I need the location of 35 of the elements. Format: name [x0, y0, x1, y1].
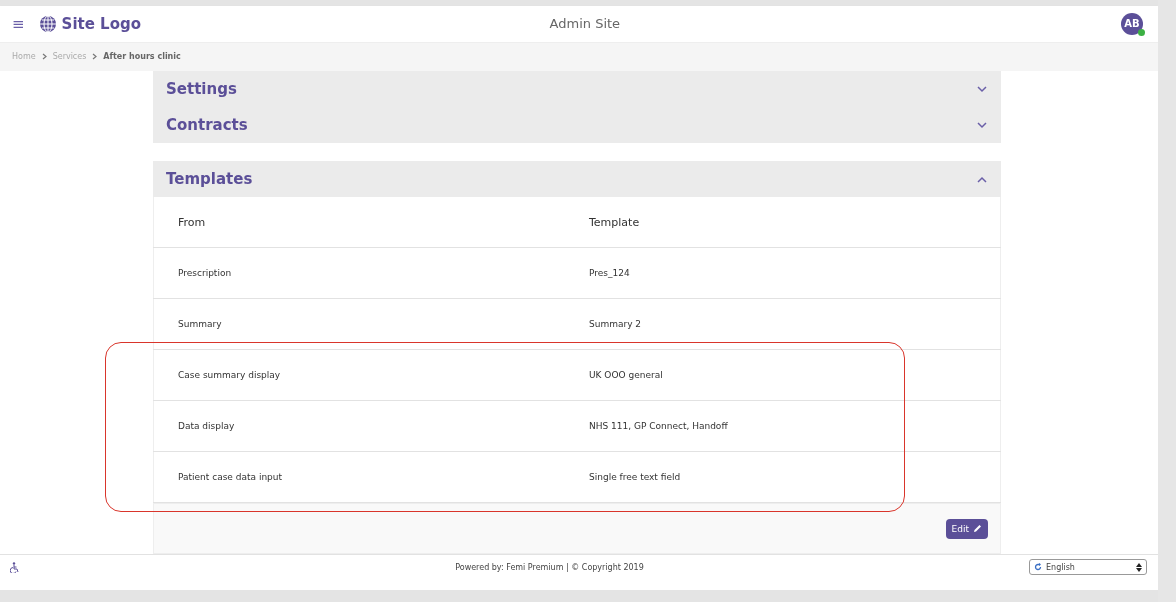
table-cell: NHS 111, GP Connect, Handoff	[589, 400, 1001, 452]
chevron-right-icon	[41, 53, 47, 61]
table-cell: Pres_124	[589, 247, 1001, 299]
chevron-icon[interactable]	[977, 85, 987, 93]
language-select[interactable]: English	[1029, 559, 1147, 576]
table-cell: Prescription	[153, 247, 589, 299]
column-header: From	[153, 197, 589, 248]
globe-icon	[38, 14, 57, 33]
site-logo[interactable]: Site Logo	[61, 14, 141, 33]
column-header: Template	[589, 197, 1001, 248]
chevron-icon[interactable]	[977, 175, 987, 183]
pencil-icon	[973, 524, 982, 534]
user-avatar[interactable]: AB	[1121, 12, 1143, 35]
accordion-header[interactable]: Settings	[153, 71, 1001, 108]
table-cell: Data display	[153, 400, 589, 452]
menu-icon[interactable]: ≡	[12, 14, 25, 33]
refresh-icon	[1034, 563, 1042, 572]
chevron-icon[interactable]	[977, 121, 987, 129]
section-title: Templates	[166, 170, 253, 189]
accordion-header[interactable]: Templates	[153, 161, 1001, 198]
table-cell: Summary 2	[589, 298, 1001, 350]
chevron-right-icon	[92, 53, 98, 61]
section-title: Settings	[166, 80, 237, 99]
edit-button[interactable]: Edit	[945, 518, 988, 539]
table-cell: Summary	[153, 298, 589, 350]
select-arrows-icon	[1136, 562, 1142, 572]
table-cell: Patient case data input	[153, 451, 589, 503]
accordion-header[interactable]: Contracts	[153, 107, 1001, 144]
section-title: Contracts	[166, 116, 248, 135]
table-cell: UK OOO general	[589, 349, 1001, 401]
table-cell: Case summary display	[153, 349, 589, 401]
table-cell: Single free text field	[589, 451, 1001, 503]
copyright-text: Powered by: Femi Premium | © Copyright 2019	[454, 562, 645, 572]
site-title: Admin Site	[548, 16, 622, 32]
accessibility-icon[interactable]	[10, 561, 20, 573]
